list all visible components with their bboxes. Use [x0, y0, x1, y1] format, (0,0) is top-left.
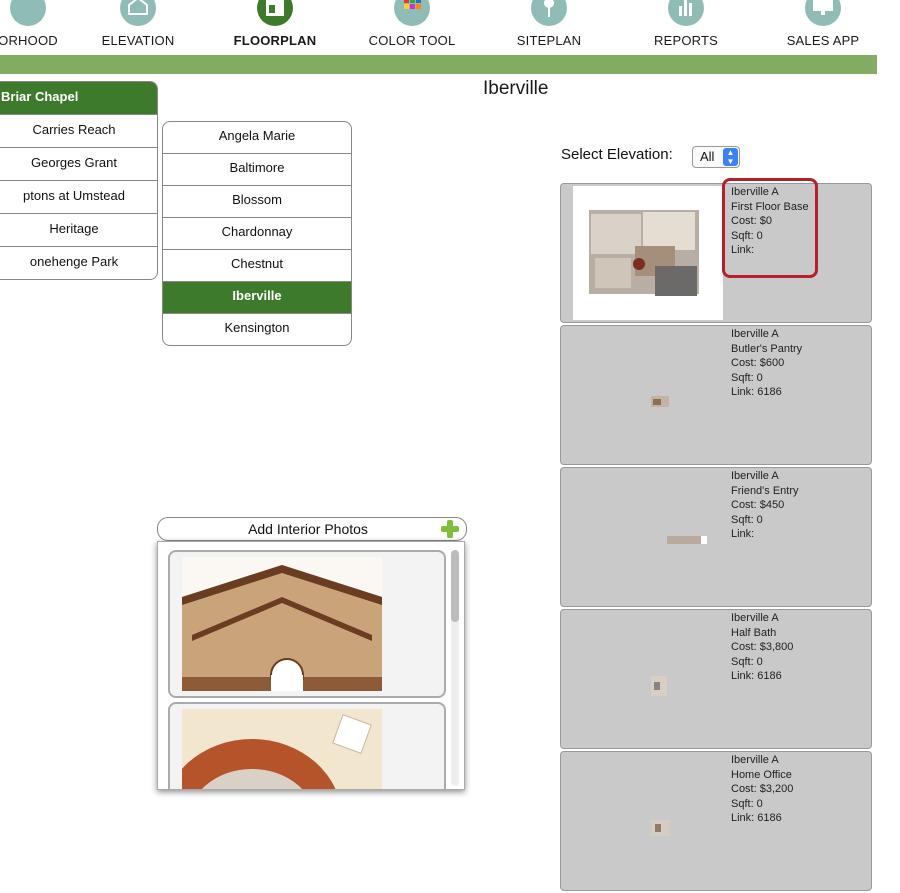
neighborhood-icon [10, 0, 46, 26]
top-nav: ORHOOD ELEVATION FLOORPLAN COLOR TOOL SI… [0, 0, 900, 54]
nav-label: ELEVATION [101, 33, 175, 48]
nav-label: SITEPLAN [516, 33, 582, 48]
option-name: Butler's Pantry [731, 342, 803, 355]
community-item[interactable]: ptons at Umstead [0, 181, 157, 214]
palette-icon [394, 0, 430, 26]
nav-label: SALES APP [786, 33, 860, 48]
plan-item[interactable]: Chestnut [163, 249, 351, 282]
option-elevation: Iberville A [731, 612, 779, 624]
option-name: Home Office [731, 768, 792, 781]
interior-photo [182, 709, 382, 789]
option-elevation: Iberville A [731, 328, 779, 340]
option-thumbnail [573, 612, 723, 746]
option-cost: Cost: $600 [731, 357, 785, 369]
plan-item[interactable]: Angela Marie [163, 122, 351, 154]
option-sqft: Sqft: 0 [731, 797, 763, 810]
select-arrows-icon: ▲ ▼ [723, 148, 738, 166]
option-cost: Cost: $3,800 [731, 641, 794, 653]
community-item[interactable]: Georges Grant [0, 148, 157, 181]
community-item[interactable]: onehenge Park [0, 247, 157, 279]
plan-item[interactable]: Kensington [163, 313, 351, 345]
option-info: Iberville A Home Office Cost: $3,200 Sqf… [731, 753, 793, 826]
elevation-select[interactable]: All ▲ ▼ [692, 146, 740, 168]
community-item[interactable]: Briar Chapel [0, 82, 157, 115]
select-elevation-label: Select Elevation: [561, 146, 673, 163]
option-thumbnail [573, 328, 723, 462]
option-thumbnail [573, 754, 723, 888]
plan-item[interactable]: Chardonnay [163, 217, 351, 250]
plan-list: Angela Marie Baltimore Blossom Chardonna… [162, 121, 352, 346]
option-card[interactable]: Iberville A First Floor Base Cost: $0 Sq… [560, 183, 872, 323]
community-list: Briar Chapel Carries Reach Georges Grant… [0, 81, 158, 280]
option-card[interactable]: Iberville A Friend's Entry Cost: $450 Sq… [560, 467, 872, 607]
option-list: Iberville A First Floor Base Cost: $0 Sq… [560, 183, 872, 893]
bar-chart-icon [668, 0, 704, 26]
community-item[interactable]: Heritage [0, 214, 157, 247]
photos-scrollbar-thumb[interactable] [451, 550, 459, 622]
page-title: Iberville [483, 78, 549, 99]
plus-icon[interactable] [441, 520, 459, 538]
option-cost: Cost: $3,200 [731, 783, 794, 795]
interior-photos-panel [157, 541, 465, 790]
option-link: Link: 6186 [731, 386, 782, 398]
selection-highlight [722, 178, 818, 278]
option-info: Iberville A Butler's Pantry Cost: $600 S… [731, 327, 802, 400]
nav-label: COLOR TOOL [368, 33, 456, 48]
option-card[interactable]: Iberville A Home Office Cost: $3,200 Sqf… [560, 751, 872, 891]
floorplan-thumbnail [573, 186, 723, 320]
option-thumbnail [573, 470, 723, 604]
elevation-select-value: All [700, 149, 715, 164]
option-info: Iberville A Half Bath Cost: $3,800 Sqft:… [731, 611, 793, 684]
option-card[interactable]: Iberville A Half Bath Cost: $3,800 Sqft:… [560, 609, 872, 749]
add-interior-photos-label: Add Interior Photos [248, 521, 368, 537]
option-cost: Cost: $450 [731, 499, 785, 511]
option-name: Half Bath [731, 626, 777, 639]
floorplan-icon [257, 0, 293, 26]
option-sqft: Sqft: 0 [731, 655, 763, 668]
option-sqft: Sqft: 0 [731, 371, 763, 384]
option-link: Link: [731, 528, 755, 540]
interior-photo-card[interactable] [168, 702, 446, 789]
interior-photo [182, 557, 382, 691]
house-icon [120, 0, 156, 26]
option-name: Friend's Entry [731, 484, 799, 497]
option-link: Link: 6186 [731, 670, 782, 682]
nav-underline-bar [0, 55, 877, 74]
nav-label: REPORTS [653, 33, 718, 48]
option-card[interactable]: Iberville A Butler's Pantry Cost: $600 S… [560, 325, 872, 465]
add-interior-photos-bar: Add Interior Photos [157, 517, 467, 541]
nav-label: FLOORPLAN [233, 33, 317, 48]
option-info: Iberville A Friend's Entry Cost: $450 Sq… [731, 469, 799, 542]
option-elevation: Iberville A [731, 754, 779, 766]
monitor-icon [805, 0, 841, 26]
plan-item[interactable]: Baltimore [163, 153, 351, 186]
option-elevation: Iberville A [731, 470, 779, 482]
option-link: Link: 6186 [731, 812, 782, 824]
plan-item[interactable]: Iberville [163, 281, 351, 314]
plan-item[interactable]: Blossom [163, 185, 351, 218]
nav-label: ORHOOD [0, 33, 58, 48]
option-sqft: Sqft: 0 [731, 513, 763, 526]
map-pin-icon [531, 0, 567, 26]
community-item[interactable]: Carries Reach [0, 115, 157, 148]
interior-photo-card[interactable] [168, 550, 446, 698]
